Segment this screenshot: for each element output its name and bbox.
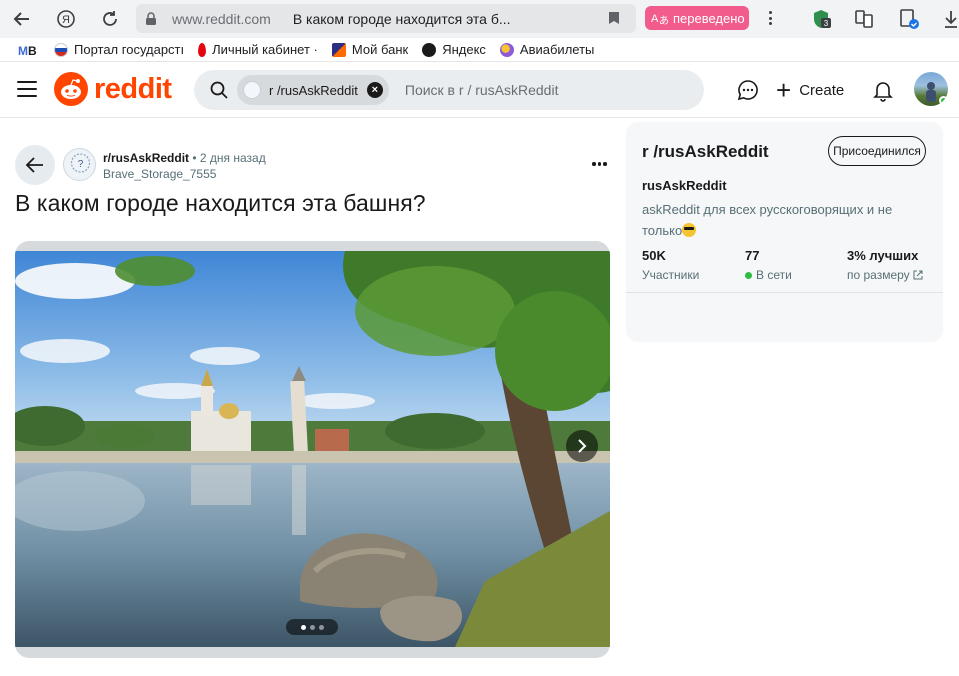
stat-rank[interactable]: 3% лучших по размеру [847, 248, 923, 282]
shield-extension-icon[interactable]: 3 [810, 8, 832, 30]
gallery-pagination [286, 619, 338, 635]
svg-text:B: B [28, 44, 37, 58]
svg-text:Я: Я [62, 14, 70, 26]
address-bar[interactable]: www.reddit.com В каком городе находится … [136, 4, 636, 33]
bell-icon[interactable] [871, 78, 895, 102]
community-description: askReddit для всех русскоговорящих и не … [642, 199, 927, 241]
stat-label: по размеру [847, 268, 910, 282]
yandex-browser-icon[interactable]: Я [54, 7, 78, 31]
stat-label: В сети [756, 268, 792, 282]
chat-icon[interactable] [736, 78, 760, 102]
address-url: www.reddit.com [172, 10, 271, 27]
gallery-next-button[interactable] [566, 430, 598, 462]
community-title: r /rusAskReddit [642, 142, 769, 161]
search-scope-chip[interactable]: r /rusAskReddit × [237, 75, 389, 105]
download-icon[interactable] [942, 8, 959, 30]
subreddit-avatar-icon [243, 81, 261, 99]
bookmark-item[interactable]: Личный кабинет · [198, 42, 318, 57]
bookmark-item[interactable]: Яндекс [422, 42, 486, 57]
yandex-icon [422, 42, 437, 57]
online-dot-icon [745, 271, 752, 279]
community-sidebar: r /rusAskReddit Присоединился rusAskRedd… [626, 122, 943, 342]
reader-extension-icon[interactable] [853, 8, 875, 30]
community-name: rusAskReddit [642, 178, 727, 193]
translate-icon: Aあ [651, 13, 669, 26]
sunglasses-emoji-icon [682, 223, 697, 237]
bookmark-label: Мой банк [351, 42, 409, 57]
subreddit-avatar[interactable]: ? [63, 148, 96, 181]
chevron-right-icon [578, 439, 587, 453]
create-label: Create [799, 81, 845, 99]
translate-button[interactable]: Aあ переведено [645, 6, 749, 30]
extension-badge: 3 [824, 19, 829, 28]
bookmark-yandex-services[interactable]: MB [18, 42, 40, 58]
browser-menu-icon[interactable] [762, 8, 778, 28]
stat-label: Участники [642, 268, 700, 282]
bookmark-icon[interactable] [608, 11, 620, 25]
translate-label: переведено [673, 10, 745, 26]
stat-members: 50K Участники [642, 248, 699, 282]
logo-wordmark: reddit [94, 72, 172, 105]
online-status-dot [939, 96, 948, 105]
menu-icon[interactable] [17, 81, 37, 97]
back-arrow-icon [25, 157, 43, 173]
post-time: • 2 дня назад [192, 151, 266, 165]
bookmarks-bar: MB Портал государстı Личный кабинет · Мо… [0, 38, 959, 62]
reddit-header: reddit r /rusAskReddit × Поиск в r / rus… [0, 62, 959, 118]
post-author[interactable]: Brave_Storage_7555 [103, 167, 216, 181]
stat-online: 77 В сети [745, 248, 792, 282]
post-image[interactable] [15, 251, 610, 647]
create-button[interactable]: + Create [776, 76, 844, 104]
bank-blue-icon [331, 42, 346, 57]
search-input[interactable]: Поиск в r / rusAskReddit [405, 82, 559, 98]
tab-title: В каком городе находится эта б... [292, 10, 511, 27]
bookmark-label: Авиабилеты [519, 42, 595, 57]
browser-toolbar: Я www.reddit.com В каком городе находитс… [0, 0, 959, 38]
services-icon: MB [18, 44, 37, 58]
external-link-icon [913, 270, 923, 280]
subreddit-link[interactable]: r/rusAskReddit [103, 151, 189, 165]
bookmark-label: Портал государстı [74, 42, 185, 57]
gallery-dot[interactable] [309, 624, 315, 630]
bookmark-item[interactable]: Мой банк [331, 42, 409, 57]
post-title: В каком городе находится эта башня? [15, 190, 426, 216]
divider [626, 292, 943, 293]
svg-text:A: A [651, 13, 659, 25]
back-arrow-icon[interactable] [10, 7, 34, 31]
search-icon [210, 81, 228, 99]
post-meta: r/rusAskReddit • 2 дня назад [103, 151, 266, 165]
image-gallery[interactable] [15, 241, 610, 658]
post-options-icon[interactable] [592, 162, 607, 166]
reload-icon[interactable] [98, 7, 122, 31]
svg-text:あ: あ [659, 15, 669, 26]
bank-red-icon [198, 42, 207, 57]
svg-text:M: M [18, 44, 28, 58]
user-avatar[interactable] [914, 72, 948, 106]
back-button[interactable] [15, 145, 55, 185]
password-extension-icon[interactable] [898, 8, 920, 30]
bookmark-item[interactable]: Портал государстı [54, 42, 184, 57]
reddit-logo[interactable]: reddit [54, 72, 172, 106]
clear-scope-icon[interactable]: × [366, 82, 383, 98]
search-scope-label: r /rusAskReddit [269, 82, 358, 98]
description-text: askReddit для всех русскоговорящих и не … [642, 202, 893, 238]
svg-text:?: ? [78, 159, 84, 170]
stat-value: 50K [642, 248, 666, 263]
site-info-icon[interactable] [144, 11, 158, 26]
gallery-dot[interactable] [318, 624, 324, 630]
reddit-snoo-icon [54, 72, 88, 106]
flag-ru-icon [54, 42, 68, 57]
stat-value: 3% лучших [847, 248, 919, 263]
gallery-dot-active[interactable] [300, 624, 306, 630]
bookmark-label: Яндекс [442, 42, 486, 57]
plus-icon: + [776, 75, 792, 105]
joined-button[interactable]: Присоединился [828, 136, 926, 166]
stat-value: 77 [745, 248, 760, 263]
bookmark-label: Личный кабинет · [212, 42, 318, 57]
travel-icon [499, 42, 514, 57]
search-bar[interactable]: r /rusAskReddit × Поиск в r / rusAskRedd… [194, 70, 704, 110]
bookmark-item[interactable]: Авиабилеты [499, 42, 595, 57]
